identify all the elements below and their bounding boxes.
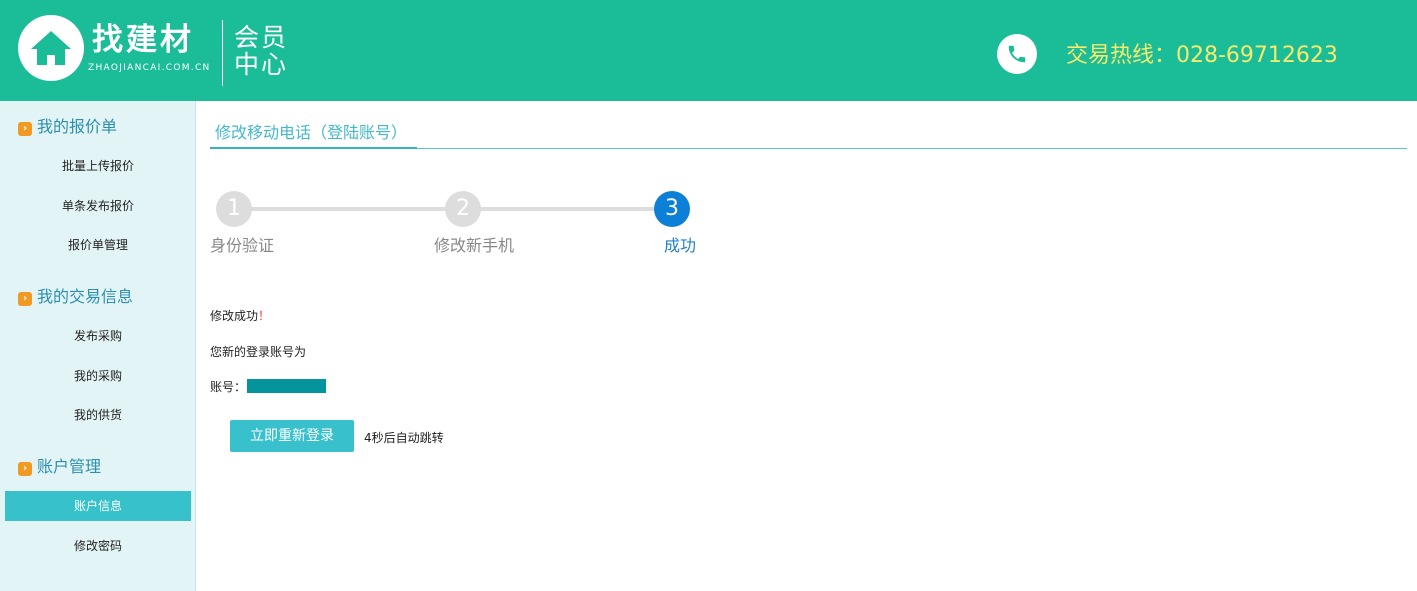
sidebar-item-quote-management[interactable]: 报价单管理: [5, 230, 191, 260]
sidebar-group-label: 我的报价单: [37, 117, 118, 136]
sidebar-item-account-info[interactable]: 账户信息: [5, 491, 191, 521]
sidebar-item-batch-upload-quote[interactable]: 批量上传报价: [5, 151, 191, 181]
step-3-label: 成功: [664, 236, 697, 255]
sidebar-item-change-password[interactable]: 修改密码: [5, 531, 191, 561]
page-title: 修改移动电话（登陆账号）: [215, 123, 408, 142]
chevron-right-icon: ›: [18, 292, 32, 306]
step-2-label: 修改新手机: [434, 236, 515, 255]
header-divider: [222, 20, 223, 86]
sidebar-item-my-purchase[interactable]: 我的采购: [5, 361, 191, 391]
title-underline: [210, 147, 417, 149]
sidebar-group-account[interactable]: › 账户管理: [18, 457, 101, 477]
member-center-title: 会员中心: [234, 23, 289, 79]
success-mark: ！: [258, 309, 271, 323]
sidebar-item-my-supply[interactable]: 我的供货: [5, 400, 191, 430]
chevron-right-icon: ›: [18, 462, 32, 476]
account-value-redacted: [247, 379, 326, 393]
sidebar-item-publish-purchase[interactable]: 发布采购: [5, 321, 191, 351]
sidebar-group-quotes[interactable]: › 我的报价单: [18, 117, 117, 137]
step-2-circle: 2: [445, 191, 481, 227]
hotline-text: 交易热线：028-69712623: [1066, 43, 1338, 68]
brand-domain: ZHAOJIANCAI.COM.CN: [88, 63, 211, 73]
phone-icon: [997, 34, 1037, 74]
step-connector: [250, 207, 446, 211]
success-text: 修改成功: [210, 309, 259, 323]
sidebar: › 我的报价单 批量上传报价 单条发布报价 报价单管理 › 我的交易信息 发布采购 …: [0, 101, 196, 591]
account-label: 账号：: [210, 380, 247, 394]
sidebar-item-single-quote[interactable]: 单条发布报价: [5, 191, 191, 221]
redirect-countdown: 4秒后自动跳转: [364, 431, 444, 445]
step-connector: [480, 207, 656, 211]
house-icon: [31, 31, 71, 65]
step-1-label: 身份验证: [210, 236, 275, 255]
sidebar-group-label: 我的交易信息: [37, 287, 134, 306]
relogin-button[interactable]: 立即重新登录: [230, 420, 354, 452]
step-3-circle: 3: [654, 191, 690, 227]
sidebar-group-trade[interactable]: › 我的交易信息: [18, 287, 133, 307]
brand-name: 找建材: [92, 22, 194, 58]
new-account-text: 您新的登录账号为: [210, 345, 307, 359]
sidebar-group-label: 账户管理: [37, 457, 102, 476]
chevron-right-icon: ›: [18, 122, 32, 136]
site-header: 找建材 ZHAOJIANCAI.COM.CN 会员中心 交易热线：028-697…: [0, 0, 1417, 101]
step-1-circle: 1: [216, 191, 252, 227]
success-message: 修改成功！: [210, 308, 270, 324]
logo[interactable]: [18, 15, 84, 81]
